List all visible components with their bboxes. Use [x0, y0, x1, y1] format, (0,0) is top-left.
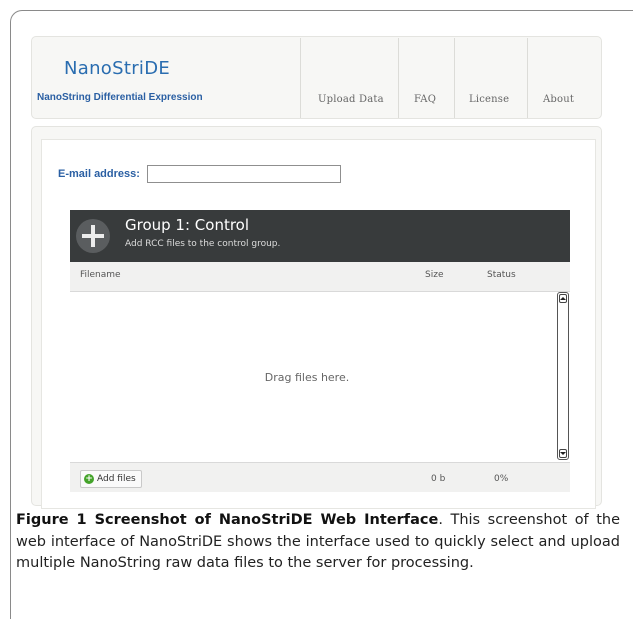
- file-list-scrollbar[interactable]: [557, 292, 569, 460]
- nav-divider: [527, 38, 528, 118]
- plus-circle-icon[interactable]: [76, 219, 110, 253]
- total-status: 0%: [494, 474, 509, 484]
- brand-title[interactable]: NanoStriDE: [64, 58, 170, 79]
- nav-about[interactable]: About: [543, 94, 574, 105]
- column-status: Status: [487, 270, 516, 280]
- group-title: Group 1: Control: [125, 216, 250, 234]
- nav-divider: [398, 38, 399, 118]
- nav-upload-data[interactable]: Upload Data: [318, 94, 384, 105]
- total-size: 0 b: [431, 474, 446, 484]
- caption-divider: [10, 500, 11, 619]
- drop-hint: Drag files here.: [264, 371, 350, 384]
- figure-caption: Figure 1 Screenshot of NanoStriDE Web In…: [16, 510, 620, 575]
- nav-divider: [300, 38, 301, 118]
- email-label: E-mail address:: [58, 168, 140, 180]
- group-subtitle: Add RCC files to the control group.: [125, 239, 281, 249]
- add-files-button[interactable]: + Add files: [80, 470, 142, 488]
- add-icon: +: [84, 474, 94, 484]
- email-field[interactable]: [147, 165, 341, 183]
- caption-label: Figure 1 Screenshot of NanoStriDE Web In…: [16, 512, 439, 528]
- nav-divider: [454, 38, 455, 118]
- column-filename: Filename: [80, 270, 121, 280]
- nav-license[interactable]: License: [469, 94, 509, 105]
- scroll-down-icon[interactable]: [559, 449, 567, 458]
- column-size: Size: [425, 270, 444, 280]
- nav-faq[interactable]: FAQ: [414, 94, 436, 105]
- brand-subtitle: NanoString Differential Expression: [37, 92, 203, 103]
- scroll-up-icon[interactable]: [559, 294, 567, 303]
- add-files-label: Add files: [97, 474, 136, 484]
